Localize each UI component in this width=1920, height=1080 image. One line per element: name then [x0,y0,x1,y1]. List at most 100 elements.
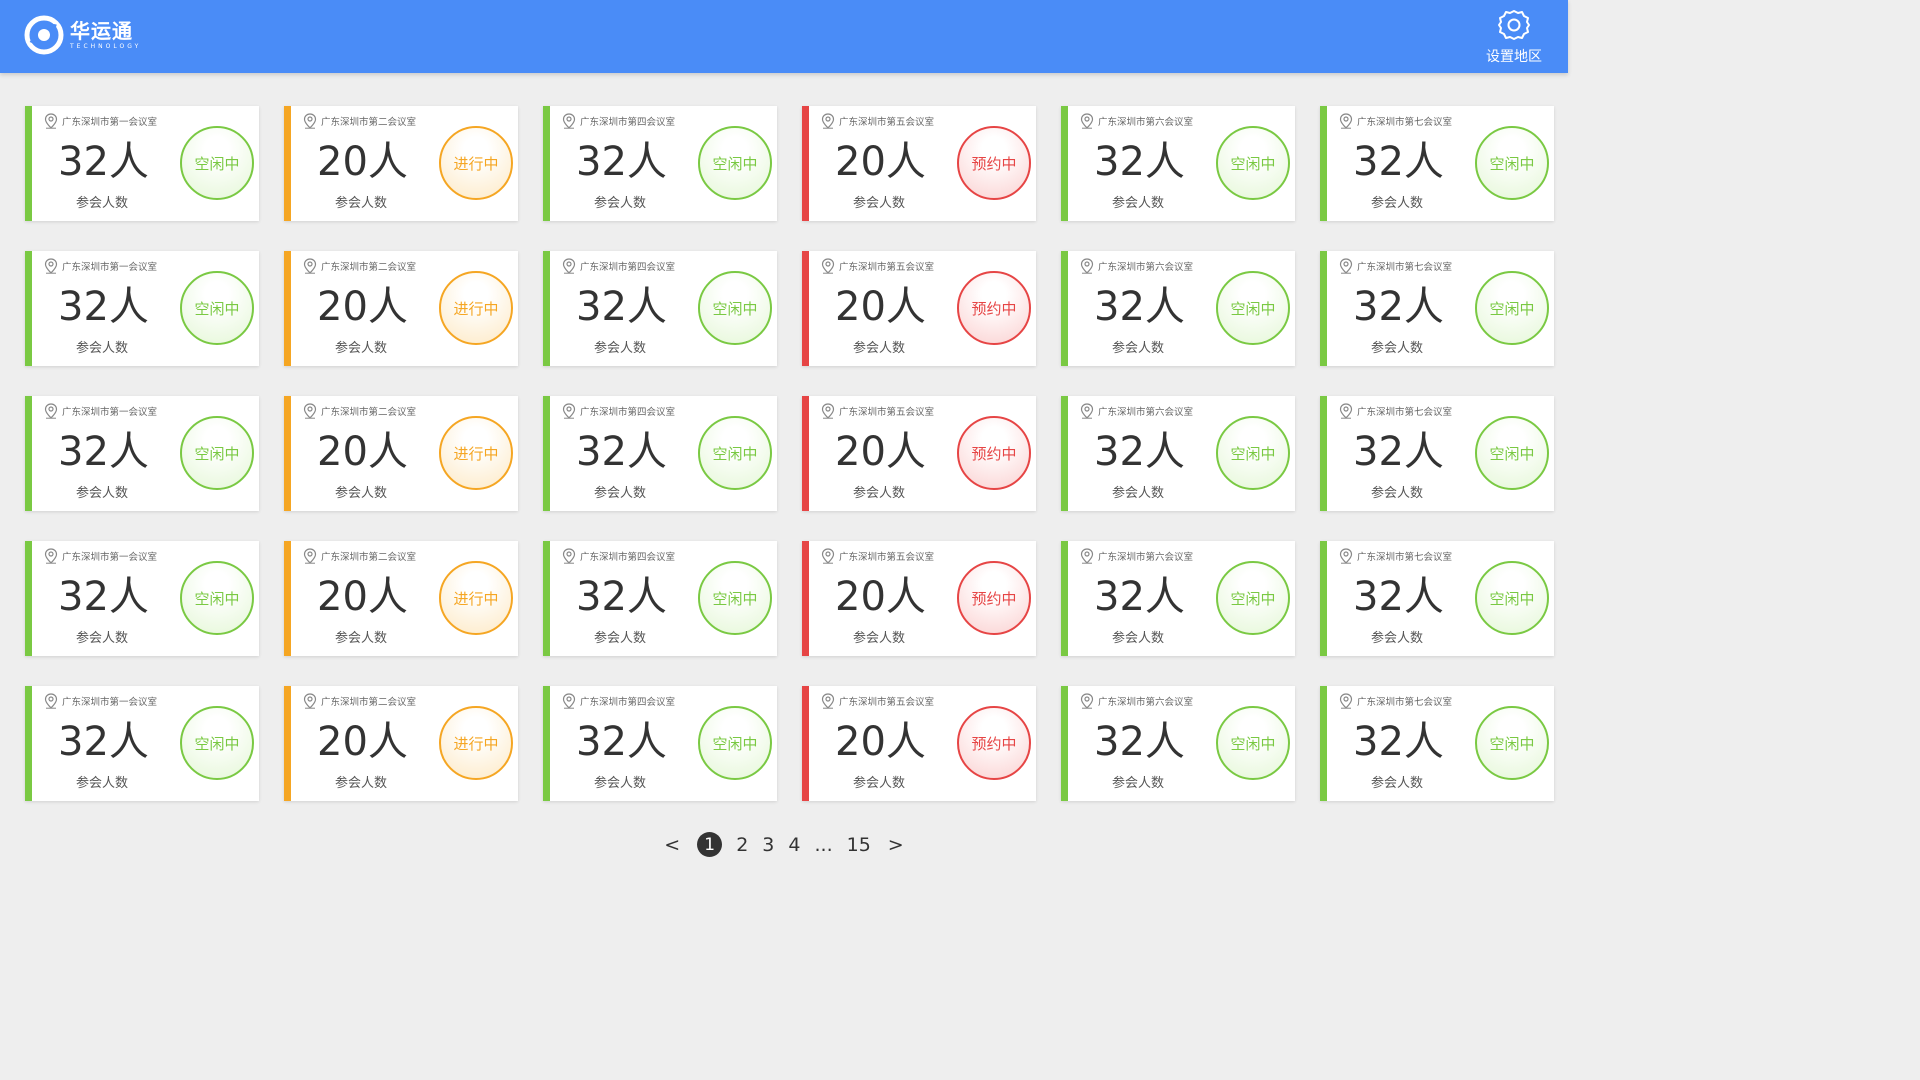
location-pin-icon [821,258,835,274]
prev-page-button[interactable]: < [664,834,680,856]
location-pin-icon [44,548,58,564]
meeting-room-card[interactable]: 广东深圳市第六会议室 32人 参会人数 空闲中 [1061,686,1295,801]
attendee-count-label: 参会人数 [335,631,388,646]
room-location-text: 广东深圳市第六会议室 [1098,552,1194,563]
meeting-room-card[interactable]: 广东深圳市第五会议室 20人 参会人数 预约中 [802,541,1036,656]
attendee-count-label: 参会人数 [1112,196,1165,211]
meeting-room-card[interactable]: 广东深圳市第七会议室 32人 参会人数 空闲中 [1320,251,1554,366]
attendee-count: 32人 [1094,574,1185,620]
location-pin-icon [1339,403,1353,419]
room-status-badge: 空闲中 [1216,416,1290,490]
meeting-room-card[interactable]: 广东深圳市第七会议室 32人 参会人数 空闲中 [1320,396,1554,511]
meeting-room-card[interactable]: 广东深圳市第六会议室 32人 参会人数 空闲中 [1061,251,1295,366]
page-button[interactable]: 3 [762,834,774,856]
room-status-badge: 空闲中 [180,416,254,490]
room-location: 广东深圳市第七会议室 [1339,693,1452,709]
room-location: 广东深圳市第五会议室 [821,403,934,419]
meeting-room-card[interactable]: 广东深圳市第六会议室 32人 参会人数 空闲中 [1061,541,1295,656]
meeting-room-card[interactable]: 广东深圳市第六会议室 32人 参会人数 空闲中 [1061,106,1295,221]
meeting-room-card[interactable]: 广东深圳市第一会议室 32人 参会人数 空闲中 [25,251,259,366]
meeting-room-card[interactable]: 广东深圳市第七会议室 32人 参会人数 空闲中 [1320,106,1554,221]
meeting-room-card[interactable]: 广东深圳市第四会议室 32人 参会人数 空闲中 [543,251,777,366]
room-location: 广东深圳市第五会议室 [821,548,934,564]
attendee-count-label: 参会人数 [594,631,647,646]
room-location-text: 广东深圳市第四会议室 [580,407,676,418]
room-status-badge: 空闲中 [698,561,772,635]
meeting-room-card[interactable]: 广东深圳市第四会议室 32人 参会人数 空闲中 [543,686,777,801]
room-location-text: 广东深圳市第五会议室 [839,117,935,128]
logo: 华运通 TECHNOLOGY [24,15,141,55]
top-header: 华运通 TECHNOLOGY 设置地区 [0,0,1568,73]
page-button[interactable]: 4 [788,834,800,856]
meeting-room-card[interactable]: 广东深圳市第一会议室 32人 参会人数 空闲中 [25,686,259,801]
room-location-text: 广东深圳市第四会议室 [580,697,676,708]
room-status-badge: 空闲中 [1475,561,1549,635]
room-status-badge: 空闲中 [180,271,254,345]
location-pin-icon [821,113,835,129]
attendee-count: 32人 [58,139,149,185]
attendee-count: 32人 [58,284,149,330]
attendee-count-label: 参会人数 [594,486,647,501]
meeting-room-card[interactable]: 广东深圳市第四会议室 32人 参会人数 空闲中 [543,106,777,221]
page-button[interactable]: 15 [847,834,871,856]
room-location-text: 广东深圳市第七会议室 [1357,552,1453,563]
meeting-room-card[interactable]: 广东深圳市第一会议室 32人 参会人数 空闲中 [25,541,259,656]
settings-region-button[interactable]: 设置地区 [1484,8,1544,66]
room-location: 广东深圳市第七会议室 [1339,113,1452,129]
meeting-room-grid: 广东深圳市第一会议室 32人 参会人数 空闲中 广东深圳市第二会议室 20人 参会人数 进行中… [25,106,1554,801]
meeting-room-card[interactable]: 广东深圳市第五会议室 20人 参会人数 预约中 [802,106,1036,221]
room-location-text: 广东深圳市第四会议室 [580,117,676,128]
room-location-text: 广东深圳市第七会议室 [1357,407,1453,418]
location-pin-icon [562,113,576,129]
meeting-room-card[interactable]: 广东深圳市第二会议室 20人 参会人数 进行中 [284,106,518,221]
meeting-room-card[interactable]: 广东深圳市第二会议室 20人 参会人数 进行中 [284,686,518,801]
room-location: 广东深圳市第六会议室 [1080,548,1193,564]
meeting-room-card[interactable]: 广东深圳市第二会议室 20人 参会人数 进行中 [284,251,518,366]
attendee-count-label: 参会人数 [335,776,388,791]
attendee-count: 20人 [835,139,926,185]
room-status-badge: 空闲中 [180,706,254,780]
room-location-text: 广东深圳市第一会议室 [62,552,158,563]
location-pin-icon [303,258,317,274]
meeting-room-card[interactable]: 广东深圳市第一会议室 32人 参会人数 空闲中 [25,106,259,221]
meeting-room-card[interactable]: 广东深圳市第四会议室 32人 参会人数 空闲中 [543,396,777,511]
attendee-count: 32人 [576,574,667,620]
room-location-text: 广东深圳市第五会议室 [839,407,935,418]
attendee-count-label: 参会人数 [1112,341,1165,356]
room-location-text: 广东深圳市第六会议室 [1098,262,1194,273]
meeting-room-card[interactable]: 广东深圳市第七会议室 32人参会人数 空闲中 [1320,541,1554,656]
room-location: 广东深圳市第一会议室 [44,113,157,129]
attendee-count: 20人 [835,284,926,330]
page-button[interactable]: 2 [736,834,748,856]
room-location-text: 广东深圳市第二会议室 [321,117,417,128]
attendee-count: 32人 [1353,429,1444,475]
room-location-text: 广东深圳市第五会议室 [839,697,935,708]
room-location: 广东深圳市第四会议室 [562,548,675,564]
room-location: 广东深圳市第五会议室 [821,258,934,274]
meeting-room-card[interactable]: 广东深圳市第五会议室 20人 参会人数 预约中 [802,686,1036,801]
meeting-room-card[interactable]: 广东深圳市第一会议室 32人 参会人数 空闲中 [25,396,259,511]
page-button[interactable]: 1 [697,832,723,857]
location-pin-icon [821,403,835,419]
attendee-count: 20人 [835,719,926,765]
next-page-button[interactable]: > [888,834,904,856]
attendee-count: 32人 [576,429,667,475]
meeting-room-card[interactable]: 广东深圳市第五会议室 20人 参会人数 预约中 [802,396,1036,511]
room-location-text: 广东深圳市第二会议室 [321,552,417,563]
location-pin-icon [562,693,576,709]
meeting-room-card[interactable]: 广东深圳市第二会议室 20人 参会人数 进行中 [284,396,518,511]
room-location-text: 广东深圳市第五会议室 [839,262,935,273]
room-status-badge: 空闲中 [1216,561,1290,635]
meeting-room-card[interactable]: 广东深圳市第二会议室 20人 参会人数 进行中 [284,541,518,656]
attendee-count-label: 参会人数 [1371,631,1424,646]
meeting-room-card[interactable]: 广东深圳市第五会议室 20人 参会人数 预约中 [802,251,1036,366]
meeting-room-card[interactable]: 广东深圳市第六会议室 32人 参会人数 空闲中 [1061,396,1295,511]
room-location-text: 广东深圳市第七会议室 [1357,697,1453,708]
room-location-text: 广东深圳市第一会议室 [62,117,158,128]
attendee-count: 32人 [1353,574,1444,620]
meeting-room-card[interactable]: 广东深圳市第七会议室 32人 参会人数 空闲中 [1320,686,1554,801]
attendee-count-label: 参会人数 [335,341,388,356]
meeting-room-card[interactable]: 广东深圳市第四会议室 32人参会人数 空闲中 [543,541,777,656]
attendee-count-label: 参会人数 [1112,776,1165,791]
logo-title: 华运通 [70,19,133,43]
